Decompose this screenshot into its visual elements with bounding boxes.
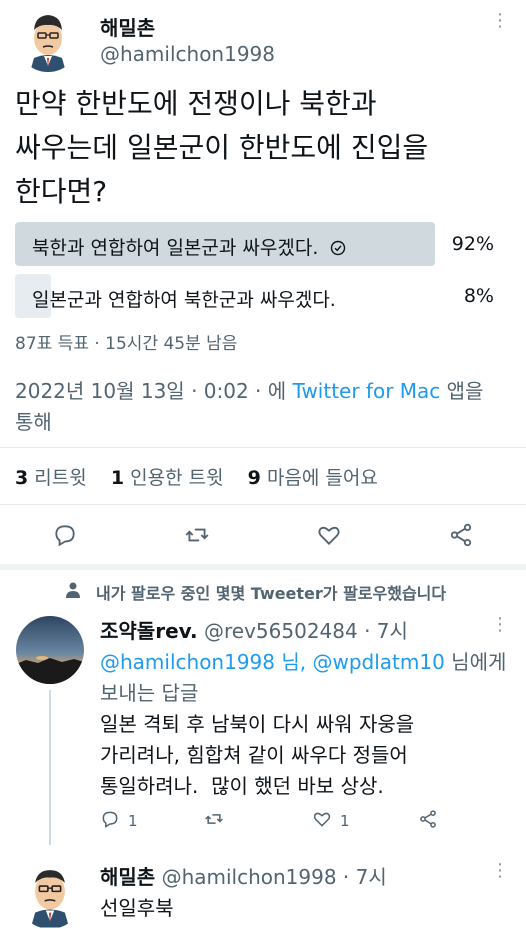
divider — [0, 504, 526, 505]
tweet-stats: 3 리트윗 1 인용한 트윗 9 마음에 들어요 — [15, 463, 378, 490]
reply-author-name[interactable]: 조약돌rev. — [100, 619, 198, 643]
reply-count: 1 — [128, 812, 138, 830]
tweet-text-line: 만약 한반도에 전쟁이나 북한과 — [15, 87, 377, 120]
author-name[interactable]: 해밀촌 — [100, 12, 155, 41]
poll-option-label: 북한과 연합하여 일본군과 싸우겠다. — [32, 233, 346, 261]
retweets-count: 3 — [15, 467, 29, 489]
replying-suffix: 님에게 — [444, 650, 507, 674]
like-icon[interactable] — [316, 522, 342, 552]
tweet-text-line: 한다면? — [15, 175, 108, 208]
quotes-label: 인용한 트윗 — [130, 467, 224, 489]
poll-option-percent: 92% — [451, 233, 494, 255]
reply-icon[interactable] — [52, 522, 78, 552]
reply-text-line: 가리려나, 힘합쳐 같이 싸우다 정들어 — [100, 743, 408, 767]
reply-header: 해밀촌 @hamilchon1998 · 7시 — [100, 861, 387, 890]
reply-text: 일본 격퇴 후 남북이 다시 싸워 자웅을 가리려나, 힘합쳐 같이 싸우다 정… — [100, 709, 515, 802]
section-separator — [0, 564, 526, 570]
social-context-text: 내가 팔로우 중인 몇몇 Tweeter가 팔로우했습니다 — [96, 584, 447, 603]
mention-link[interactable]: @wpdlatm10 — [312, 650, 444, 674]
timestamp-suffix: 앱을 — [440, 379, 484, 403]
mention-link[interactable]: @hamilchon1998 님, — [100, 650, 306, 674]
divider — [0, 447, 526, 448]
poll-option-percent: 8% — [463, 285, 494, 307]
share-icon[interactable] — [418, 809, 438, 833]
share-icon[interactable] — [448, 522, 474, 552]
more-options-icon[interactable]: ⋮ — [491, 860, 509, 881]
replying-to-line: @hamilchon1998 님, @wpdlatm10 님에게 — [100, 647, 515, 678]
timestamp-text[interactable]: 2022년 10월 13일 · 0:02 · 에 — [15, 379, 286, 403]
quotes-stat[interactable]: 1 인용한 트윗 — [111, 467, 224, 489]
poll-option-text: 일본군과 연합하여 북한군과 싸우겠다. — [32, 289, 336, 311]
retweet-icon[interactable] — [184, 522, 210, 552]
person-icon — [64, 581, 82, 603]
more-options-icon[interactable]: ⋮ — [491, 10, 509, 31]
retweets-stat[interactable]: 3 리트윗 — [15, 467, 87, 489]
reply-text-line: 통일하려나. 많이 했던 바보 상상. — [100, 774, 384, 798]
likes-label: 마음에 들어요 — [266, 467, 378, 489]
reply-avatar[interactable] — [16, 616, 84, 684]
likes-count: 9 — [247, 467, 261, 489]
replying-to: @hamilchon1998 님, @wpdlatm10 님에게 보내는 답글 — [100, 647, 515, 709]
timestamp-suffix-line2: 통해 — [15, 410, 52, 434]
tweet-timestamp: 2022년 10월 13일 · 0:02 · 에 Twitter for Mac… — [15, 376, 515, 438]
reply-text-line: 일본 격퇴 후 남북이 다시 싸워 자웅을 — [100, 712, 415, 736]
reply-action-reply[interactable]: 1 — [100, 809, 138, 833]
reply-avatar[interactable] — [16, 858, 84, 929]
like-count: 1 — [340, 812, 350, 830]
author-handle[interactable]: @hamilchon1998 — [100, 42, 275, 66]
reply-action-like[interactable]: 1 — [312, 809, 350, 833]
retweets-label: 리트윗 — [34, 467, 87, 489]
check-circle-icon — [330, 239, 346, 261]
source-link[interactable]: Twitter for Mac — [293, 379, 441, 403]
poll-meta: 87표 득표 · 15시간 45분 남음 — [15, 334, 238, 354]
likes-stat[interactable]: 9 마음에 들어요 — [248, 467, 378, 489]
reply-icon — [100, 809, 120, 833]
tweet-text: 만약 한반도에 전쟁이나 북한과 싸우는데 일본군이 한반도에 진입을 한다면? — [15, 82, 515, 214]
reply-header: 조약돌rev. @rev56502484 · 7시 — [100, 615, 408, 644]
reply-time[interactable]: · 7시 — [358, 619, 408, 643]
quotes-count: 1 — [110, 467, 125, 489]
reply-text: 선일후북 — [100, 896, 174, 920]
reply-author-handle[interactable]: @rev56502484 — [204, 619, 358, 643]
replying-to-line2: 보내는 답글 — [100, 681, 199, 705]
author-avatar[interactable] — [16, 8, 80, 72]
reply-author-handle[interactable]: @hamilchon1998 — [162, 865, 337, 889]
poll-option-text: 북한과 연합하여 일본군과 싸우겠다. — [32, 237, 319, 259]
more-options-icon[interactable]: ⋮ — [491, 614, 509, 635]
like-icon — [312, 809, 332, 833]
reply-author-name[interactable]: 해밀촌 — [100, 865, 155, 889]
retweet-icon[interactable] — [204, 809, 224, 833]
thread-line — [49, 690, 51, 845]
reply-time[interactable]: · 7시 — [337, 865, 387, 889]
tweet-text-line: 싸우는데 일본군이 한반도에 진입을 — [15, 131, 429, 164]
